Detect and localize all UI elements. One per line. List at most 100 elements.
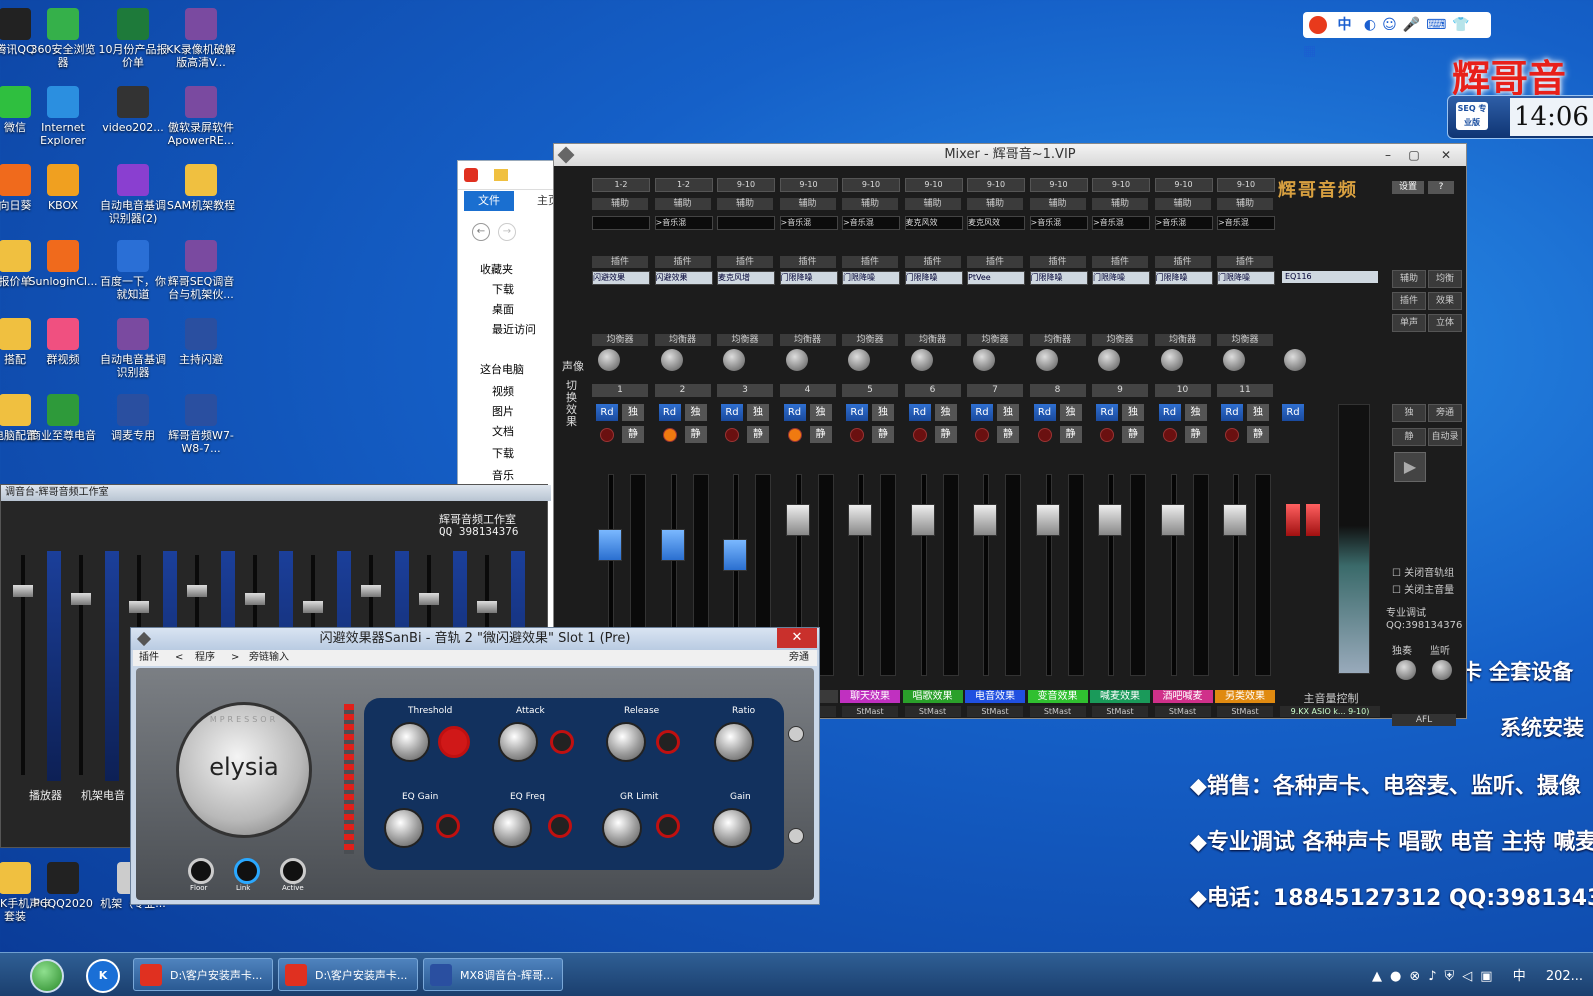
jack-button[interactable] [188, 858, 214, 884]
channel-input-select[interactable]: 9-10 [1092, 178, 1150, 192]
mixer-titlebar[interactable]: Mixer - 辉哥音~1.VIP – ▢ ✕ [554, 144, 1466, 166]
menu-next[interactable]: > [231, 650, 239, 666]
plugin-close-button[interactable]: ✕ [777, 628, 817, 648]
volume-fader[interactable] [785, 504, 810, 536]
insert-slot[interactable]: 门限降噪 [904, 271, 963, 285]
pan-knob[interactable] [1098, 349, 1120, 371]
desktop-icon[interactable]: video202... [96, 86, 170, 134]
mini-fader[interactable] [13, 585, 33, 597]
aux-send-slot[interactable]: 麦克风效 [904, 216, 963, 230]
insert-slot[interactable]: 门限降噪 [1029, 271, 1088, 285]
volume-fader[interactable] [1035, 504, 1060, 536]
ime-toolbar[interactable]: 中 ◐☺🎤⌨👕▦ [1303, 12, 1491, 59]
mute-button[interactable]: 静 [1059, 426, 1082, 443]
volume-fader[interactable] [910, 504, 935, 536]
ime-mode-label[interactable]: 中 [1337, 17, 1351, 33]
read-button[interactable]: Rd [783, 404, 806, 421]
mini-fader[interactable] [361, 585, 381, 597]
aux-send-slot[interactable]: >音乐混 [654, 216, 713, 230]
channel-output[interactable]: StMast [842, 706, 898, 717]
nav-item[interactable]: 收藏夹 [480, 261, 513, 277]
channel-output[interactable]: StMast [967, 706, 1023, 717]
tray-ime[interactable]: 中 [1513, 969, 1534, 984]
record-button[interactable] [975, 428, 989, 442]
channel-output[interactable]: StMast [1154, 706, 1211, 717]
solo-button[interactable]: 独 [1184, 404, 1207, 421]
tray-clock[interactable]: 202... [1546, 969, 1583, 984]
aux-send-slot[interactable]: >音乐混 [1154, 216, 1213, 230]
forward-arrow-icon[interactable]: → [498, 223, 516, 241]
menu-plugin[interactable]: 插件 [139, 650, 159, 666]
bypass-button[interactable]: 旁通 [789, 650, 809, 666]
read-button[interactable]: Rd [658, 404, 681, 421]
aux-send-slot[interactable]: >音乐混 [842, 216, 900, 230]
master-output[interactable]: 9.KX ASIO k... 9-10) [1280, 706, 1380, 717]
nav-item[interactable]: 文档 [492, 423, 514, 439]
side-button[interactable]: 插件 [1392, 292, 1426, 310]
pan-knob[interactable] [848, 349, 870, 371]
mini-fader[interactable] [303, 601, 323, 613]
record-button[interactable] [1037, 428, 1052, 442]
pan-knob[interactable] [973, 349, 995, 371]
channel-output[interactable]: StMast [1217, 706, 1273, 717]
check-close-track-group[interactable]: ☐ 关闭音轨组 [1392, 564, 1454, 579]
mute-button[interactable]: 静 [622, 426, 644, 443]
taskbar-button[interactable]: D:\客户安装声卡... [133, 958, 273, 991]
channel-input-select[interactable]: 1-2 [654, 178, 713, 192]
pan-knob[interactable] [785, 349, 808, 371]
menu-program[interactable]: 程序 [195, 650, 215, 666]
aux-send-slot[interactable]: >音乐混 [1092, 216, 1150, 230]
aux-send-slot[interactable] [592, 216, 650, 230]
tab-file[interactable]: 文件 [464, 191, 514, 211]
channel-output[interactable]: StMast [1029, 706, 1086, 717]
insert-slot[interactable]: 门限降噪 [1092, 271, 1150, 285]
pan-knob[interactable] [1035, 349, 1058, 371]
desktop-icon[interactable]: 傲软录屏软件ApowerRE... [164, 86, 238, 147]
tray-icons[interactable]: ▲●⊗♪⛨◁▣ [1372, 969, 1501, 984]
volume-fader[interactable] [1098, 504, 1122, 536]
nav-item[interactable]: 音乐 [492, 467, 514, 483]
volume-fader[interactable] [973, 504, 997, 536]
channel-input-select[interactable]: 9-10 [967, 178, 1025, 192]
nav-item[interactable]: 下载 [492, 445, 514, 461]
record-button[interactable] [1100, 428, 1114, 442]
aux-send-slot[interactable]: >音乐混 [1217, 216, 1275, 230]
mute-button[interactable]: 静 [1247, 426, 1269, 443]
desktop-icon[interactable]: 辉哥SEQ调音台与机架伙... [164, 240, 238, 301]
master-knob[interactable] [1284, 349, 1306, 371]
desktop-icon[interactable]: 辉哥音频W7-W8-7... [164, 394, 238, 455]
toggle-switch[interactable] [438, 726, 470, 758]
solo-button[interactable]: 独 [872, 404, 894, 421]
desktop-icon[interactable]: 百度一下，你就知道 [96, 240, 170, 301]
side-button[interactable]: 效果 [1428, 292, 1462, 310]
check-close-master[interactable]: ☐ 关闭主音量 [1392, 581, 1454, 596]
read-button[interactable]: Rd [1096, 404, 1118, 421]
rotary-knob[interactable] [712, 808, 752, 848]
mute-button[interactable]: 静 [997, 426, 1019, 443]
record-button[interactable] [725, 428, 739, 442]
channel-output[interactable]: StMast [904, 706, 961, 717]
read-button[interactable]: Rd [1158, 404, 1181, 421]
master-rd-button[interactable]: Rd [1282, 404, 1304, 421]
aux-send-slot[interactable]: 麦克风效 [967, 216, 1025, 230]
toggle-switch[interactable] [656, 730, 680, 754]
side-button[interactable]: 旁通 [1428, 404, 1462, 422]
rotary-knob[interactable] [390, 722, 430, 762]
record-button[interactable] [850, 428, 864, 442]
desktop-icon[interactable]: 主持闪避 [164, 318, 238, 366]
rotary-knob[interactable] [492, 808, 532, 848]
mini-fader[interactable] [187, 585, 207, 597]
afl-button[interactable]: AFL [1392, 714, 1456, 726]
pan-knob[interactable] [1223, 349, 1245, 371]
mini-mixer-title[interactable]: 调音台-辉哥音频工作室 [1, 485, 551, 501]
record-button[interactable] [787, 428, 802, 442]
desktop-icon[interactable]: SunloginCl... [26, 240, 100, 288]
solo-button[interactable]: 独 [1247, 404, 1269, 421]
pan-knob[interactable] [598, 349, 620, 371]
channel-input-select[interactable]: 9-10 [842, 178, 900, 192]
toggle-switch[interactable] [656, 814, 680, 838]
desktop-icon[interactable]: 自动电音基调识别器(2) [96, 164, 170, 225]
ime-tools-icon[interactable]: ◐☺🎤⌨👕▦ [1303, 17, 1476, 59]
nav-item[interactable]: 下载 [492, 281, 514, 297]
record-button[interactable] [1225, 428, 1239, 442]
